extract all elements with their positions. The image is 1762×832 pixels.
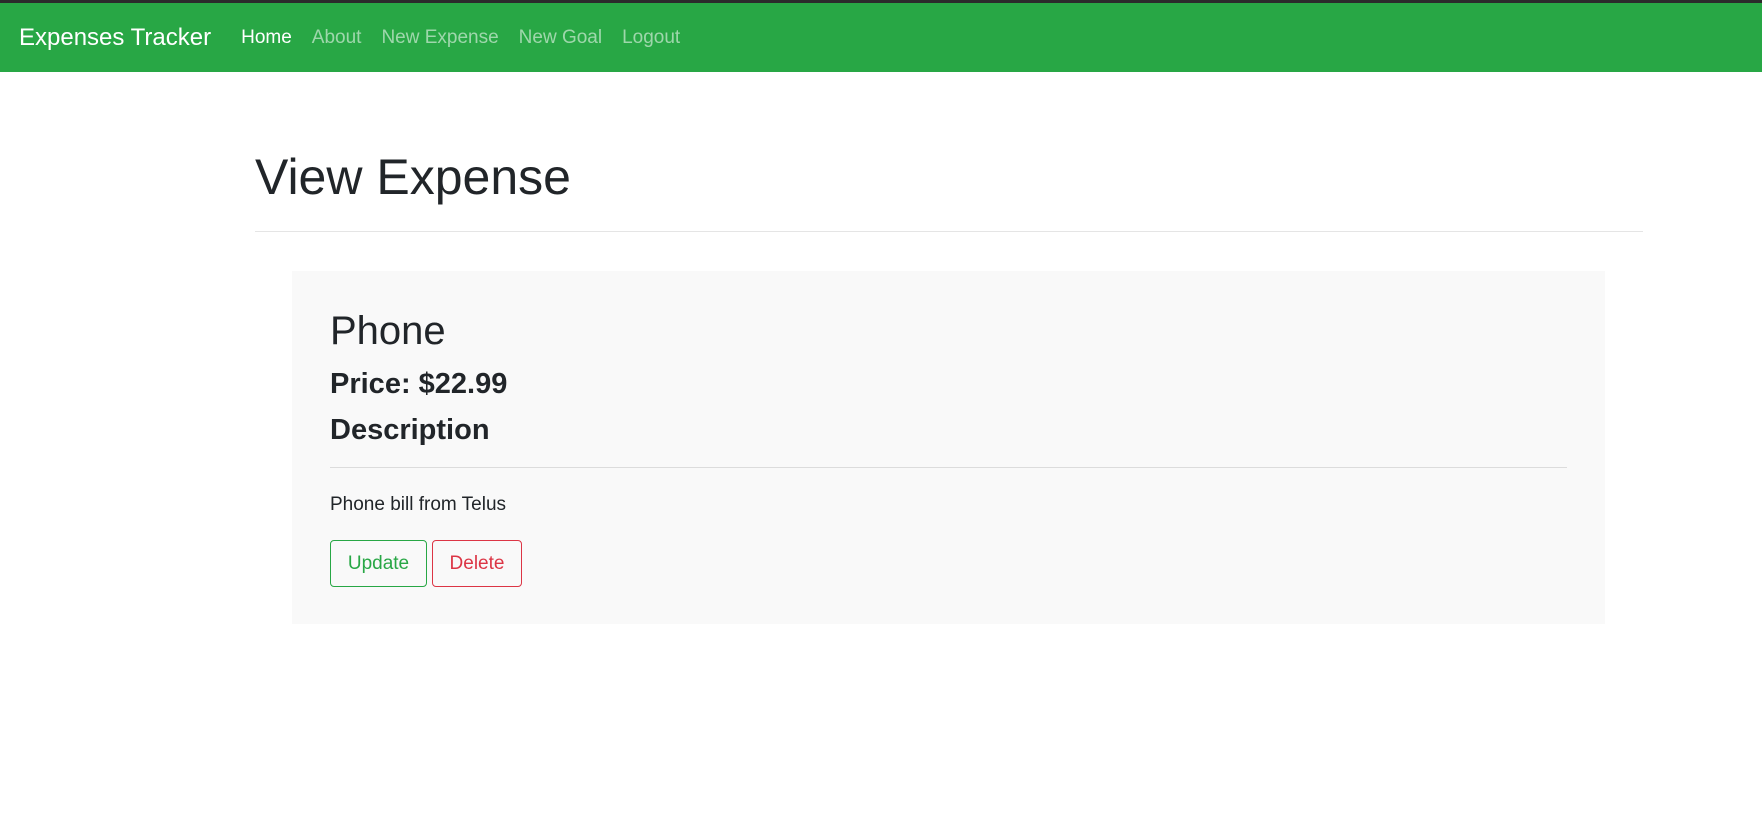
nav-item-logout: Logout <box>622 27 700 49</box>
description-divider <box>330 467 1567 468</box>
nav-link-new-expense[interactable]: New Expense <box>381 27 498 48</box>
nav-list: Home About New Expense New Goal Logout <box>241 27 700 49</box>
nav-link-logout[interactable]: Logout <box>622 27 680 48</box>
nav-link-new-goal[interactable]: New Goal <box>519 27 602 48</box>
nav-link-home[interactable]: Home <box>241 27 292 48</box>
nav-item-home: Home <box>241 27 312 49</box>
update-button[interactable]: Update <box>330 540 427 587</box>
nav-item-about: About <box>312 27 382 49</box>
expense-price: Price: $22.99 <box>330 368 508 400</box>
nav-item-new-expense: New Expense <box>381 27 518 49</box>
expense-name: Phone <box>330 309 446 353</box>
nav-item-new-goal: New Goal <box>519 27 622 49</box>
navbar: Expenses Tracker Home About New Expense … <box>0 0 1762 72</box>
delete-button[interactable]: Delete <box>432 540 522 587</box>
expense-card: Phone Price: $22.99 Description Phone bi… <box>292 271 1605 624</box>
expense-description: Phone bill from Telus <box>330 494 507 515</box>
title-divider <box>255 231 1643 232</box>
brand-link[interactable]: Expenses Tracker <box>19 24 211 52</box>
description-heading: Description <box>330 414 490 446</box>
nav-link-about[interactable]: About <box>312 27 362 48</box>
page-title: View Expense <box>255 149 571 205</box>
